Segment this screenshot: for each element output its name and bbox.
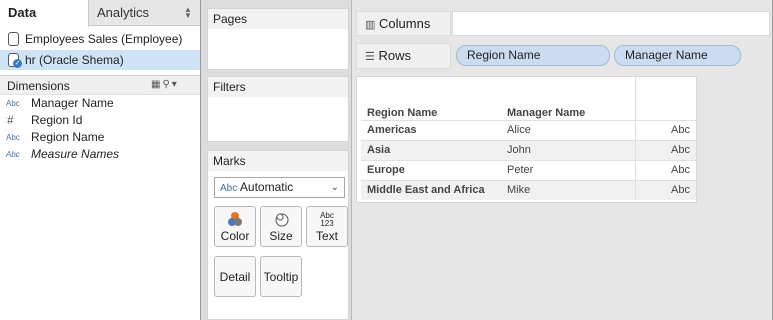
search-icon[interactable]: ⚲	[162, 79, 171, 90]
value-cell[interactable]: Abc	[634, 139, 696, 160]
manager-cell[interactable]: Peter	[501, 159, 635, 180]
dimension-tools: ▦⚲▾	[151, 79, 179, 90]
region-cell[interactable]: Asia	[361, 139, 501, 160]
pages-shelf[interactable]: Pages	[207, 8, 349, 70]
manager-cell[interactable]: John	[501, 139, 635, 160]
value-cell[interactable]: Abc	[634, 179, 696, 200]
text-label: Text	[315, 229, 338, 243]
columns-label: ▥ Columns	[356, 11, 451, 36]
datasource-label: hr (Oracle Shema)	[25, 53, 124, 67]
string-type-icon: Abc	[6, 133, 20, 142]
chevron-down-icon: ⌄	[330, 182, 339, 193]
datasource-employees-sales[interactable]: Employees Sales (Employee)	[0, 29, 200, 49]
size-button[interactable]: Size	[260, 206, 302, 247]
mark-type-icon: Abc	[220, 183, 238, 194]
marks-card: Marks Abc Automatic ⌄ Color Size Abc 123 …	[207, 150, 349, 320]
rows-shelf: ☰ Rows Region Name Manager Name	[356, 43, 770, 69]
viz-table: Region Name Manager Name Americas Alice …	[356, 76, 697, 203]
manager-cell[interactable]: Mike	[501, 179, 635, 200]
color-label: Color	[220, 229, 250, 243]
table-row: Americas Alice Abc	[361, 119, 696, 140]
pages-title: Pages	[208, 9, 348, 29]
text-button[interactable]: Abc 123 Text	[306, 206, 348, 247]
canvas: ▥ Columns ☰ Rows Region Name Manager Nam…	[352, 0, 773, 320]
size-label: Size	[269, 229, 293, 243]
mark-type-select[interactable]: Abc Automatic ⌄	[214, 177, 345, 198]
column-header[interactable]: Region Name	[361, 77, 501, 120]
number-type-icon: #	[7, 113, 14, 127]
row-pill-region-name[interactable]: Region Name	[456, 45, 610, 66]
detail-button[interactable]: Detail	[214, 256, 256, 297]
value-cell[interactable]: Abc	[634, 159, 696, 180]
view-list-icon[interactable]: ▦	[151, 79, 162, 90]
marks-title: Marks	[208, 151, 348, 171]
string-type-icon: Abc	[6, 99, 20, 108]
field-label: Manager Name	[31, 96, 114, 110]
column-header[interactable]: Manager Name	[501, 77, 635, 120]
dimensions-header: Dimensions ▦⚲▾	[0, 75, 200, 95]
value-cell[interactable]: Abc	[634, 119, 696, 140]
field-manager-name[interactable]: Abc Manager Name	[0, 95, 200, 112]
dropdown-arrow-icon[interactable]: ▾	[172, 79, 179, 90]
color-icon	[215, 207, 255, 229]
manager-cell[interactable]: Alice	[501, 119, 635, 140]
string-type-icon: Abc	[6, 150, 20, 159]
table-row: Asia John Abc	[361, 139, 696, 160]
mark-type-value: Automatic	[239, 180, 294, 194]
datasource-label: Employees Sales (Employee)	[25, 32, 183, 46]
row-pill-manager-name[interactable]: Manager Name	[614, 45, 741, 66]
dimensions-title: Dimensions	[7, 79, 70, 93]
field-label: Measure Names	[31, 147, 120, 161]
rows-label: ☰ Rows	[356, 43, 451, 69]
region-cell[interactable]: Europe	[361, 159, 501, 180]
field-region-id[interactable]: # Region Id	[0, 112, 200, 129]
data-pane: Data Analytics ▲ ▼ Employees Sales (Emplo…	[0, 0, 201, 320]
rows-icon: ☰	[365, 51, 375, 63]
region-cell[interactable]: Americas	[361, 119, 501, 140]
shelves-pane: Pages Filters Marks Abc Automatic ⌄ Colo…	[201, 0, 352, 320]
header-row: Region Name Manager Name	[361, 77, 696, 120]
field-region-name[interactable]: Abc Region Name	[0, 129, 200, 146]
detail-label: Detail	[219, 270, 251, 284]
filters-shelf[interactable]: Filters	[207, 76, 349, 142]
text-icon: Abc 123	[320, 211, 334, 228]
table-row: Europe Peter Abc	[361, 159, 696, 180]
filters-title: Filters	[208, 77, 348, 97]
size-icon	[261, 207, 301, 229]
columns-icon: ▥	[365, 19, 376, 31]
database-icon	[8, 32, 19, 46]
field-label: Region Id	[31, 113, 83, 127]
tooltip-label: Tooltip	[263, 270, 299, 284]
columns-shelf: ▥ Columns	[356, 11, 770, 36]
crosstab: Region Name Manager Name Americas Alice …	[361, 77, 696, 200]
field-label: Region Name	[31, 130, 105, 144]
pane-tabs: Data Analytics ▲ ▼	[0, 0, 200, 27]
field-measure-names[interactable]: Abc Measure Names	[0, 146, 200, 163]
tooltip-button[interactable]: Tooltip	[260, 256, 302, 297]
datasource-hr[interactable]: ✓ hr (Oracle Shema)	[0, 50, 200, 70]
color-button[interactable]: Color	[214, 206, 256, 247]
table-row: Middle East and Africa Mike Abc	[361, 179, 696, 200]
checkmark-icon: ✓	[13, 59, 22, 68]
tab-scroll-arrows-icon[interactable]: ▲ ▼	[184, 6, 192, 20]
region-cell[interactable]: Middle East and Africa	[361, 179, 501, 200]
column-header	[634, 77, 696, 120]
columns-drop-zone[interactable]	[452, 11, 770, 36]
tab-data[interactable]: Data	[0, 0, 89, 27]
